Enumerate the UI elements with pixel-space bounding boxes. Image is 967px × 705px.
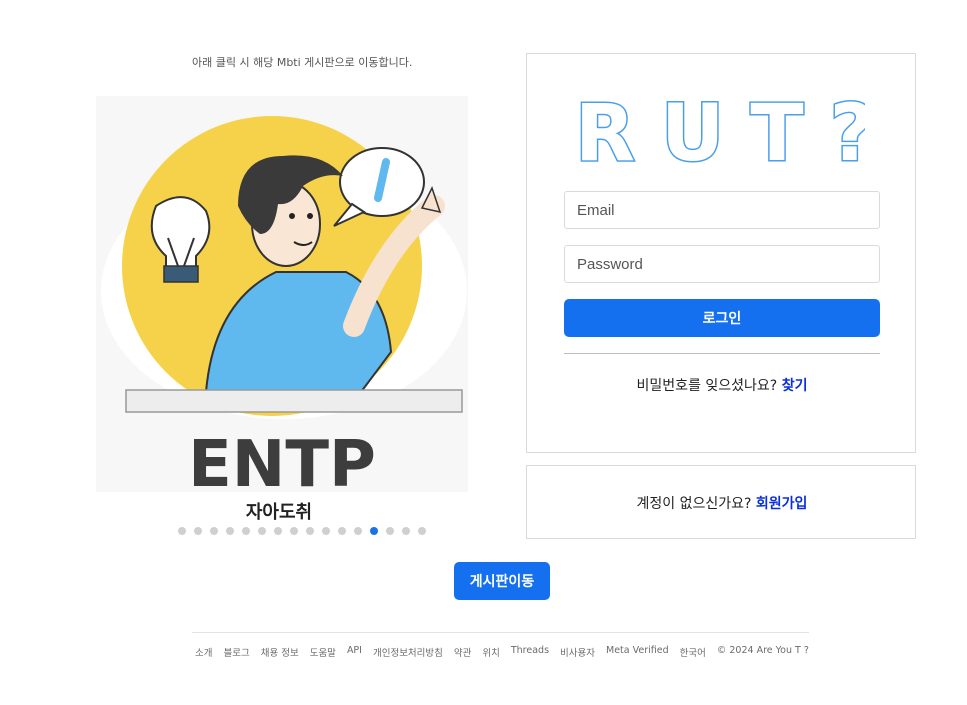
footer-link[interactable]: 비사용자 [560,645,595,659]
forgot-password-text: 비밀번호를 잊으셨나요? [636,378,778,394]
divider [564,353,880,354]
mbti-illustration[interactable]: ENTP [96,96,468,502]
carousel-dot[interactable] [354,527,362,535]
footer-link[interactable]: Threads [511,645,549,659]
carousel-dot[interactable] [386,527,394,535]
forgot-password-row: 비밀번호를 잊으셨나요? 찾기 [527,375,917,395]
footer-link[interactable]: API [347,645,362,659]
footer-divider [192,632,809,633]
footer-link[interactable]: 도움말 [310,645,336,659]
footer-link[interactable]: 블로그 [223,645,249,659]
carousel-dot[interactable] [242,527,250,535]
carousel-dot[interactable] [322,527,330,535]
rut-logo: RUT? [574,88,877,181]
signup-row: 계정이 없으신가요? 회원가입 [527,493,917,513]
carousel-dot[interactable] [226,527,234,535]
footer-link[interactable]: 채용 정보 [261,645,299,659]
carousel-dot[interactable] [178,527,186,535]
footer-link[interactable]: 한국어 [680,645,706,659]
mbti-type-label: ENTP [188,428,376,492]
signup-text: 계정이 없으신가요? [636,496,752,512]
carousel-dot[interactable] [258,527,266,535]
carousel-dot[interactable] [290,527,298,535]
footer-copyright: © 2024 Are You T ? [716,645,809,656]
carousel-dot[interactable] [194,527,202,535]
carousel-dot[interactable] [418,527,426,535]
footer-link[interactable]: 위치 [482,645,499,659]
carousel-dot[interactable] [274,527,282,535]
signup-link[interactable]: 회원가입 [756,496,808,512]
carousel-dot[interactable] [402,527,410,535]
footer-link[interactable]: Meta Verified [606,645,669,659]
footer-link[interactable]: 약관 [454,645,471,659]
email-input[interactable] [564,191,880,229]
carousel-dot[interactable] [306,527,314,535]
find-password-link[interactable]: 찾기 [782,378,808,394]
footer: 소개 블로그 채용 정보 도움말 API 개인정보처리방침 약관 위치 Threads 비사용자 M… [195,645,809,659]
mbti-caption: 자아도취 [245,502,313,523]
footer-link[interactable]: 개인정보처리방침 [373,645,443,659]
password-input[interactable] [564,245,880,283]
logo-text: RUT? [575,98,865,168]
footer-link[interactable]: 소개 [195,645,212,659]
carousel-dot[interactable] [370,527,378,535]
login-button[interactable]: 로그인 [564,299,880,337]
signup-panel: 계정이 없으신가요? 회원가입 [526,465,916,539]
entp-character-image: ENTP [96,96,468,502]
carousel-hint: 아래 클릭 시 해당 Mbti 게시판으로 이동합니다. [192,56,413,69]
carousel-dot[interactable] [210,527,218,535]
go-to-board-button[interactable]: 게시판이동 [454,562,550,600]
carousel-dot[interactable] [338,527,346,535]
login-panel: RUT? 로그인 비밀번호를 잊으셨나요? 찾기 [526,53,916,453]
carousel-pagination [178,527,426,535]
